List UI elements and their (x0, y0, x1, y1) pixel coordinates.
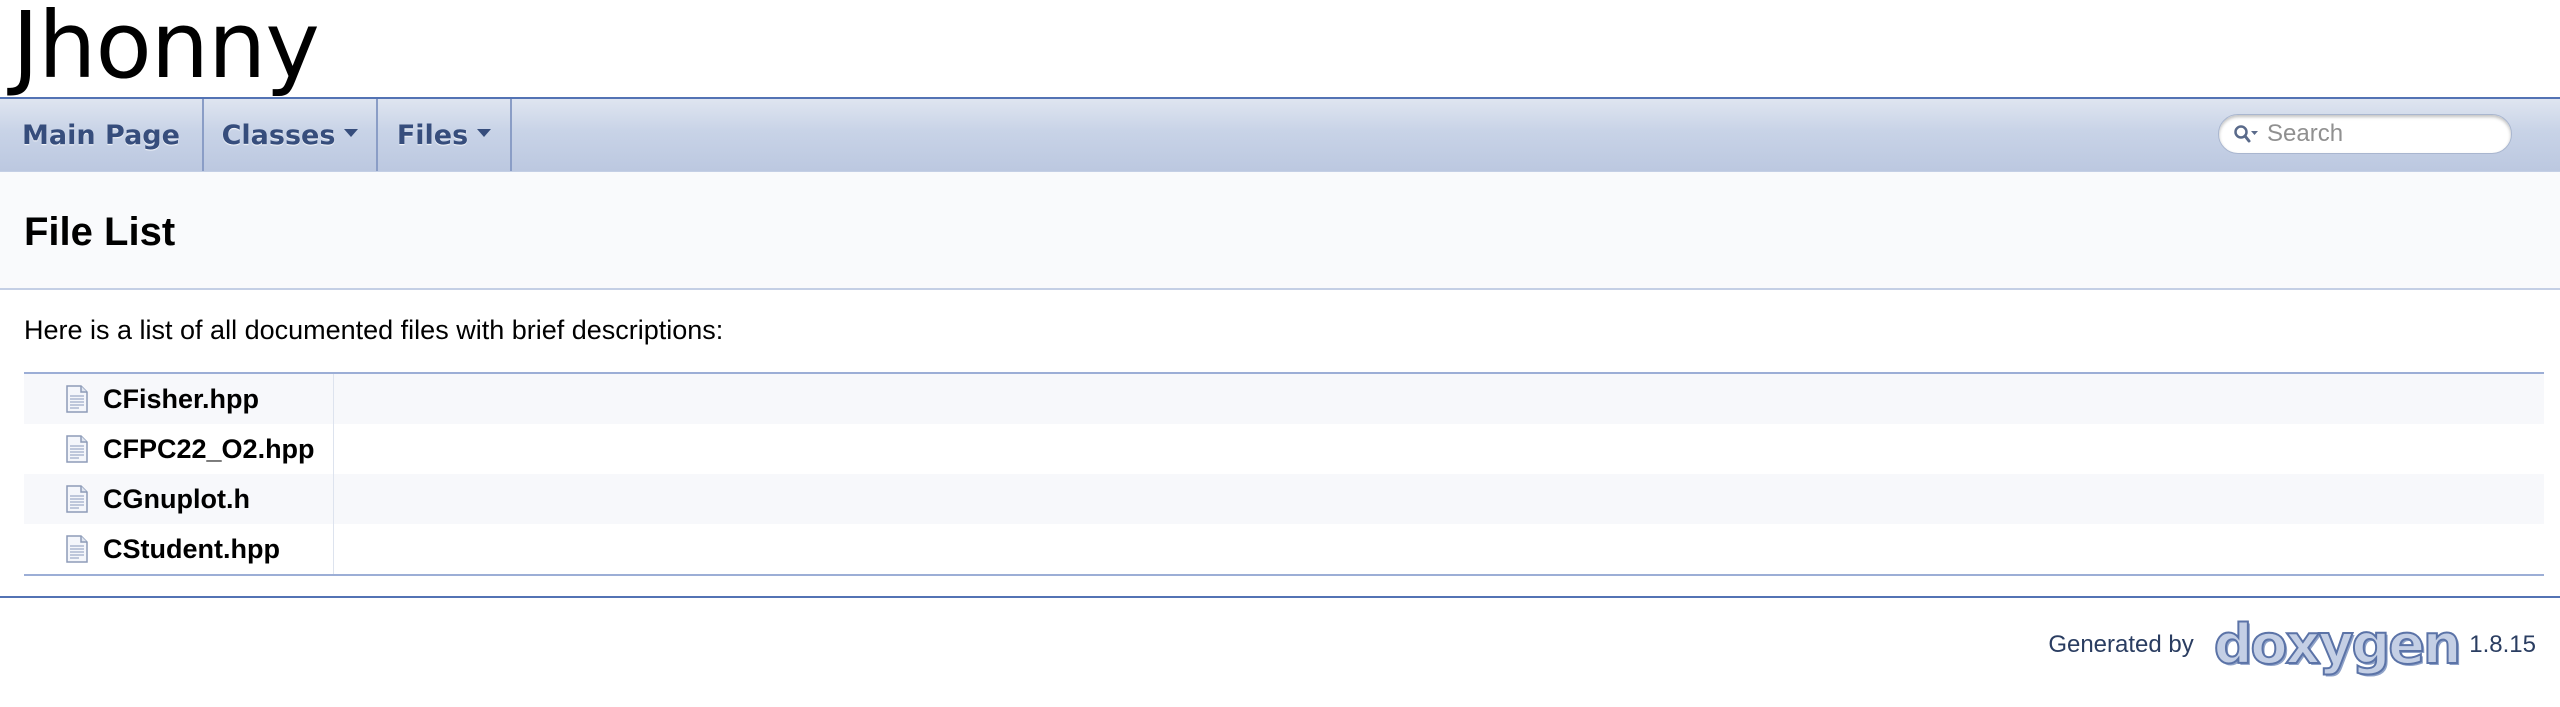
file-name-cell: CFPC22_O2.hpp (24, 424, 334, 474)
file-description (334, 474, 2544, 524)
chevron-down-icon (344, 129, 359, 137)
file-link[interactable]: CGnuplot.h (103, 484, 250, 515)
table-row: CGnuplot.h (24, 474, 2544, 524)
file-description (334, 524, 2544, 574)
project-name: Jhonny (12, 0, 320, 99)
document-icon (66, 385, 88, 413)
table-row: CStudent.hpp (24, 524, 2544, 574)
document-icon (66, 435, 88, 463)
file-name-cell: CFisher.hpp (24, 374, 334, 424)
file-name-cell: CStudent.hpp (24, 524, 334, 574)
search-icon[interactable] (2233, 124, 2259, 144)
doxygen-logo[interactable]: doxygen (2213, 614, 2463, 676)
page-title: File List (24, 210, 176, 254)
file-description (334, 374, 2544, 424)
page-header: File List (0, 172, 2560, 290)
file-list-table: CFisher.hpp CFPC22_O2.hpp CGnuplot.h CSt… (24, 372, 2544, 576)
tab-label: Files (396, 119, 469, 151)
file-description (334, 424, 2544, 474)
generated-by-text: Generated by (2048, 631, 2194, 658)
doxygen-version: 1.8.15 (2469, 631, 2536, 658)
navbar: Main Page Classes Files (0, 99, 2560, 172)
file-link[interactable]: CFPC22_O2.hpp (103, 434, 315, 465)
document-icon (66, 535, 88, 563)
chevron-down-icon (477, 129, 492, 137)
table-row: CFPC22_O2.hpp (24, 424, 2544, 474)
document-icon (66, 485, 88, 513)
intro-text: Here is a list of all documented files w… (24, 315, 724, 345)
title-area: Jhonny (0, 0, 2560, 99)
footer: Generated by doxygen 1.8.15 (2048, 614, 2536, 676)
tab-label: Classes (221, 119, 336, 151)
search-box[interactable] (2218, 114, 2512, 154)
file-link[interactable]: CFisher.hpp (103, 384, 259, 415)
tab-label: Main Page (22, 119, 180, 151)
tab-files[interactable]: Files (378, 99, 512, 171)
footer-divider (0, 596, 2560, 598)
table-row: CFisher.hpp (24, 374, 2544, 424)
file-name-cell: CGnuplot.h (24, 474, 334, 524)
search-input[interactable] (2265, 119, 2501, 149)
tab-classes[interactable]: Classes (204, 99, 378, 171)
file-link[interactable]: CStudent.hpp (103, 534, 280, 565)
tab-main-page[interactable]: Main Page (0, 99, 204, 171)
